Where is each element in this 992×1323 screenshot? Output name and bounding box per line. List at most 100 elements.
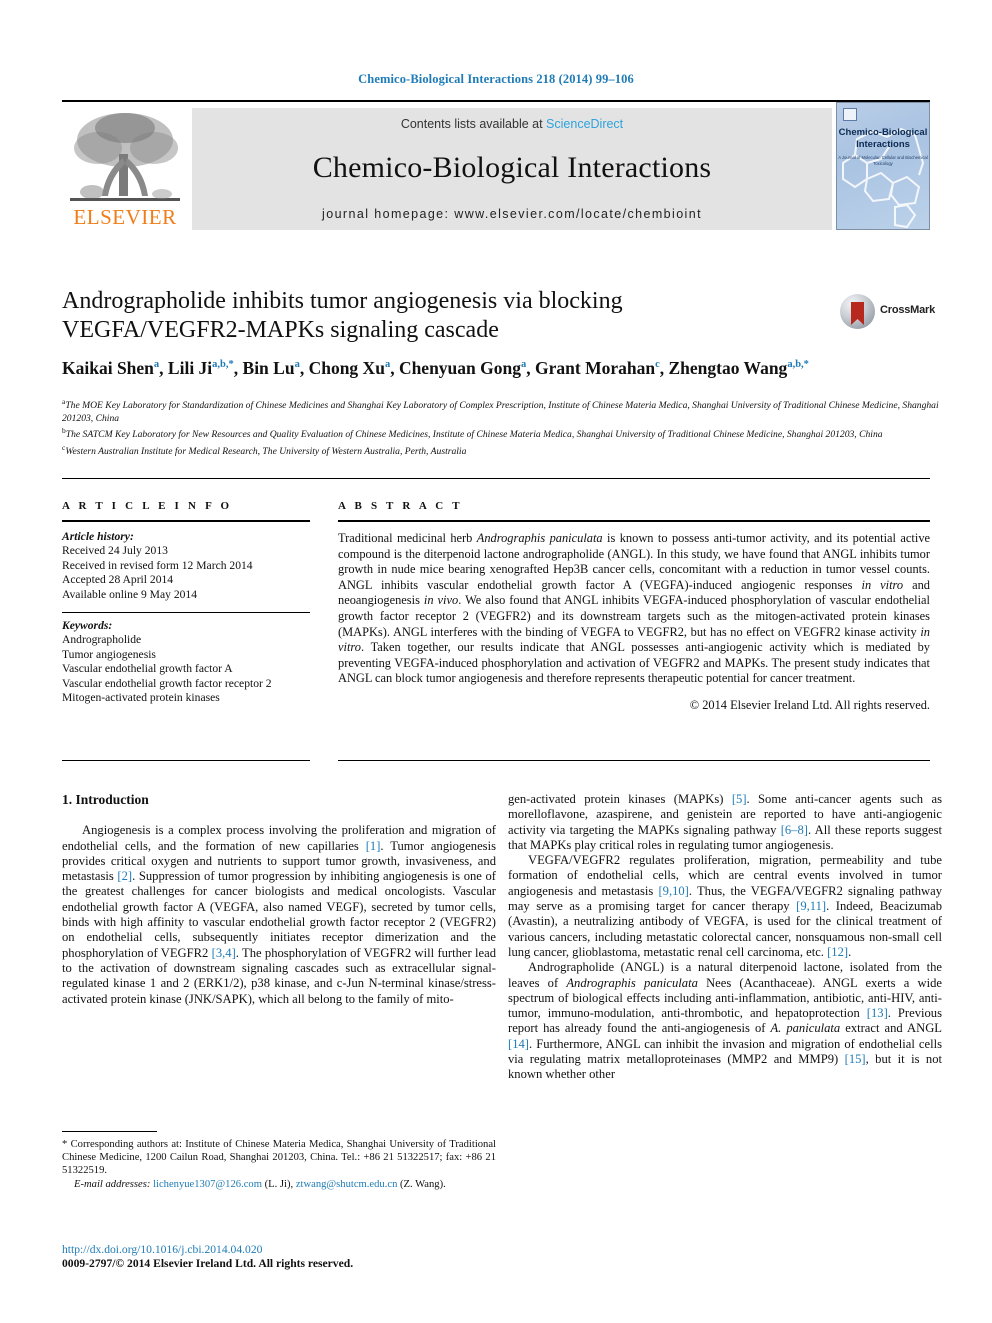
citation-ref-12[interactable]: [12] <box>827 945 848 959</box>
intro-r-g: . <box>848 944 852 959</box>
crossmark-bookmark-icon <box>851 302 864 325</box>
author-name: Chong Xu <box>308 358 385 378</box>
affiliation-item: aThe MOE Key Laboratory for Standardizat… <box>62 397 939 424</box>
footnote-rule <box>62 1131 157 1132</box>
email-link-1[interactable]: lichenyue1307@126.com <box>153 1179 262 1190</box>
paper-page: Chemico-Biological Interactions 218 (201… <box>0 0 992 1323</box>
abstract-heading: A B S T R A C T <box>338 500 463 512</box>
page-title: Andrographolide inhibits tumor angiogene… <box>62 287 822 345</box>
citation-ref-6-8[interactable]: [6–8] <box>781 823 808 837</box>
history-item: Received in revised form 12 March 2014 <box>62 558 253 572</box>
contents-available-line: Contents lists available at ScienceDirec… <box>401 117 623 131</box>
masthead-top-rule <box>62 100 930 102</box>
sciencedirect-link[interactable]: ScienceDirect <box>546 117 623 131</box>
crossmark-badge[interactable]: CrossMark <box>840 292 936 332</box>
section-heading-introduction: 1. Introduction <box>62 792 149 807</box>
keyword-item: Tumor angiogenesis <box>62 647 156 661</box>
corresponding-author-footnote: * Corresponding authors at: Institute of… <box>62 1138 496 1191</box>
abstract-invitro-1: in vitro <box>861 577 904 592</box>
abstract-rule <box>338 520 930 522</box>
keywords-label: Keywords: <box>62 619 113 633</box>
article-info-section: A R T I C L E I N F O Article history: R… <box>62 500 310 705</box>
keywords-block: Keywords: Andrographolide Tumor angiogen… <box>62 619 310 705</box>
title-line-1: Andrographolide inhibits tumor angiogene… <box>62 288 623 314</box>
intro-paragraph-3: Andrographolide (ANGL) is a natural dite… <box>508 960 942 1082</box>
abstract-invivo-1: in vivo <box>423 593 459 608</box>
intro-left-column: 1. Introduction Angiogenesis is a comple… <box>62 792 496 1007</box>
crossmark-label: CrossMark <box>880 304 936 316</box>
intro-paragraph-1: Angiogenesis is a complex process involv… <box>62 823 496 1007</box>
intro-r-k: extract and ANGL <box>840 1021 942 1036</box>
citation-ref-5[interactable]: [5] <box>732 792 747 806</box>
article-info-heading: A R T I C L E I N F O <box>62 500 233 512</box>
elsevier-tree-icon <box>70 113 180 201</box>
affiliation-item: cWestern Australian Institute for Medica… <box>62 443 467 458</box>
article-history: Article history: Received 24 July 2013 R… <box>62 530 310 602</box>
author-name: Grant Morahan <box>535 358 656 378</box>
intro-paragraph-2: VEGFA/VEGFR2 regulates proliferation, mi… <box>508 853 942 960</box>
citation-ref-2[interactable]: [2] <box>117 869 132 883</box>
email-link-2[interactable]: ztwang@shutcm.edu.cn <box>296 1179 398 1190</box>
author-affiliation-mark: a,b,* <box>787 359 809 371</box>
footnote-address: * Corresponding authors at: Institute of… <box>62 1139 496 1177</box>
species-name-1: Andrographis paniculata <box>566 975 698 990</box>
email-owner-2: (Z. Wang). <box>400 1178 446 1190</box>
author-affiliation-mark: a,b,* <box>212 359 234 371</box>
affiliation-mark: b <box>62 426 66 436</box>
keyword-item: Vascular endothelial growth factor A <box>62 662 233 676</box>
elsevier-wordmark: ELSEVIER <box>73 205 177 229</box>
species-name-2: A. paniculata <box>770 1021 841 1036</box>
publisher-badge-icon <box>843 108 857 121</box>
journal-homepage-link[interactable]: journal homepage: www.elsevier.com/locat… <box>322 207 702 221</box>
author-affiliation-mark: a <box>521 359 527 371</box>
affiliation-item: bThe SATCM Key Laboratory for New Resour… <box>62 426 883 441</box>
citation-ref-13[interactable]: [13] <box>867 1006 888 1020</box>
footnote-emails: E-mail addresses: lichenyue1307@126.com … <box>62 1178 496 1191</box>
affiliation-list: aThe MOE Key Laboratory for Standardizat… <box>62 396 942 459</box>
abstract-copyright: © 2014 Elsevier Ireland Ltd. All rights … <box>689 697 930 712</box>
issn-copyright-line: 0009-2797/© 2014 Elsevier Ireland Ltd. A… <box>62 1257 354 1270</box>
abstract-part1: Traditional medicinal herb <box>338 531 477 545</box>
citation-ref-15[interactable]: [15] <box>845 1052 866 1066</box>
title-line-2: VEGFA/VEGFR2-MAPKs signaling cascade <box>62 317 499 343</box>
running-head: Chemico-Biological Interactions 218 (201… <box>358 72 634 86</box>
info-bottom-rule <box>62 760 310 761</box>
contents-prefix: Contents lists available at <box>400 117 547 131</box>
citation-ref-14[interactable]: [14] <box>508 1037 529 1051</box>
intro-r-a: gen-activated protein kinases (MAPKs) <box>508 792 732 806</box>
article-info-rule <box>62 520 310 522</box>
cover-title: Chemico-Biological Interactions <box>837 127 929 151</box>
journal-masthead: ELSEVIER Contents lists available at Sci… <box>62 100 930 232</box>
history-item: Available online 9 May 2014 <box>62 587 198 601</box>
doi-link[interactable]: http://dx.doi.org/10.1016/j.cbi.2014.04.… <box>62 1243 562 1257</box>
citation-ref-9-10[interactable]: [9,10] <box>658 884 688 898</box>
author-name: Kaikai Shen <box>62 358 154 378</box>
citation-ref-3-4[interactable]: [3,4] <box>212 946 236 960</box>
author-name: Zhengtao Wang <box>668 358 788 378</box>
abstract-section: A B S T R A C T Traditional medicinal he… <box>338 500 930 714</box>
journal-banner: Contents lists available at ScienceDirec… <box>192 108 832 230</box>
journal-title: Chemico-Biological Interactions <box>312 151 712 184</box>
elsevier-logo: ELSEVIER <box>62 106 188 232</box>
affiliation-mark: c <box>62 443 66 453</box>
email-owner-1: (L. Ji), <box>264 1178 294 1190</box>
abstract-part5: . Taken together, our results indicate t… <box>338 640 930 686</box>
author-affiliation-mark: a <box>294 359 300 371</box>
author-name: Lili Ji <box>167 358 213 378</box>
citation-ref-1[interactable]: [1] <box>366 839 381 853</box>
author-name: Chenyuan Gong <box>398 358 521 378</box>
author-affiliation-mark: c <box>655 359 660 371</box>
crossmark-circle-icon <box>840 294 875 329</box>
abstract-species-1: Andrographis paniculata <box>476 531 603 545</box>
intro-right-column: gen-activated protein kinases (MAPKs) [5… <box>508 792 942 1083</box>
author-list: Kaikai Shena, Lili Jia,b,*, Bin Lua, Cho… <box>62 358 809 378</box>
keywords-rule <box>62 612 310 614</box>
author-affiliation-mark: a <box>153 359 160 371</box>
cover-title-line2: Interactions <box>856 139 910 150</box>
history-item: Received 24 July 2013 <box>62 544 168 558</box>
keyword-item: Mitogen-activated protein kinases <box>62 691 220 705</box>
page-footer: http://dx.doi.org/10.1016/j.cbi.2014.04.… <box>62 1243 562 1271</box>
cover-title-line1: Chemico-Biological <box>838 127 928 138</box>
keyword-item: Andrographolide <box>62 633 142 647</box>
citation-ref-9-11[interactable]: [9,11] <box>796 899 826 913</box>
